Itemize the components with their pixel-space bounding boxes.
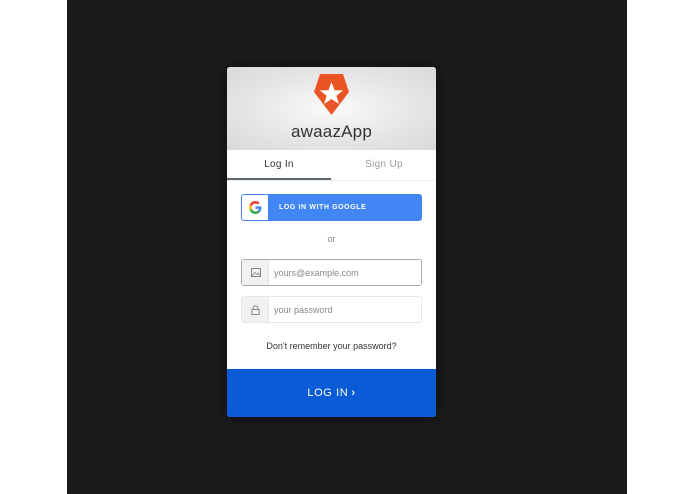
password-field	[241, 296, 422, 323]
shield-star-icon	[314, 74, 349, 115]
email-input[interactable]	[274, 260, 419, 285]
envelope-icon	[251, 268, 261, 277]
submit-label: LOG IN	[307, 387, 349, 399]
tab-sign-up[interactable]: Sign Up	[332, 150, 436, 179]
login-dialog: awaazApp Log In Sign Up LOG IN WITH GOOG…	[227, 67, 436, 417]
tab-log-in[interactable]: Log In	[227, 150, 331, 180]
forgot-password-link[interactable]: Don't remember your password?	[227, 341, 436, 351]
dialog-header: awaazApp	[227, 67, 436, 150]
log-in-submit-button[interactable]: LOG IN ›	[227, 369, 436, 417]
password-field-icon-box	[242, 297, 269, 322]
divider-or: or	[327, 234, 336, 244]
google-icon	[249, 201, 262, 214]
chevron-right-icon: ›	[351, 387, 356, 399]
email-field	[241, 259, 422, 286]
email-field-icon-box	[242, 260, 269, 285]
google-login-button[interactable]: LOG IN WITH GOOGLE	[241, 194, 422, 221]
google-icon-container	[242, 195, 268, 220]
auth-tabs: Log In Sign Up	[227, 150, 436, 181]
lock-icon	[251, 305, 260, 315]
google-login-label: LOG IN WITH GOOGLE	[279, 204, 367, 211]
app-title: awaazApp	[291, 122, 372, 141]
password-input[interactable]	[274, 297, 419, 322]
